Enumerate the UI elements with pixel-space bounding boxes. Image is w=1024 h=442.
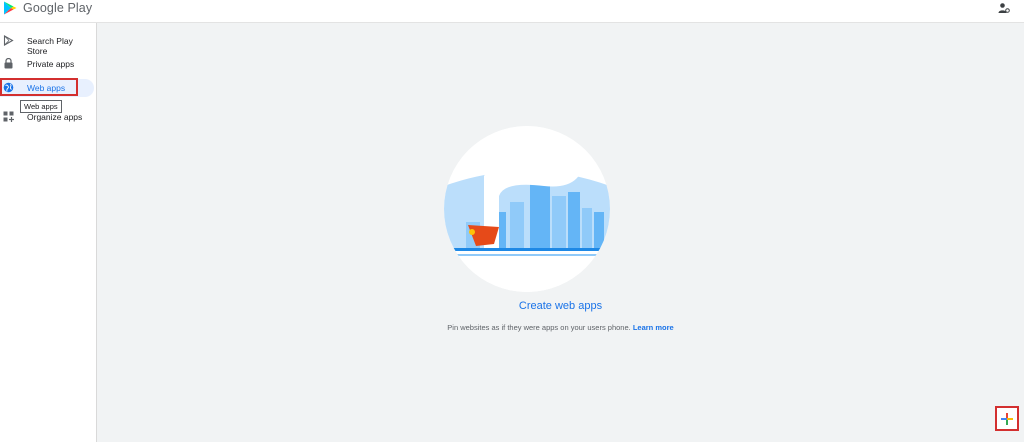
page-subtitle: Pin websites as if they were apps on you… [97,323,1024,332]
learn-more-link[interactable]: Learn more [633,323,674,332]
sidebar-item-web-apps[interactable]: Web apps [0,79,94,97]
globe-icon [3,82,14,93]
lock-icon [4,58,13,69]
sidebar-item-private-apps[interactable]: Private apps [0,55,94,73]
sidebar: Search Play Store Private apps Web apps … [0,23,97,442]
sidebar-item-label: Search Play Store [27,36,73,56]
brand-name: Google Play [23,1,93,15]
account-settings-icon[interactable] [998,2,1010,14]
sidebar-item-label: Private apps [27,59,75,69]
tooltip: Web apps [20,100,62,113]
add-web-app-button[interactable] [995,406,1019,431]
play-logo-icon [4,1,17,15]
web-apps-illustration [444,126,610,292]
city-illustration-icon [444,126,610,292]
add-icon [1001,412,1013,425]
page-title: Create web apps [518,300,603,312]
sidebar-item-label: Organize apps [27,112,83,122]
sidebar-item-label: Web apps [27,83,66,93]
play-store-icon [3,35,14,46]
google-play-logo[interactable]: Google Play [3,0,92,16]
subtitle-text: Pin websites as if they were apps on you… [447,323,631,332]
top-bar: Google Play [0,0,1024,23]
main-content: Create web apps Pin websites as if they … [97,23,1024,442]
grid-plus-icon [3,111,14,122]
sidebar-item-search-play-store[interactable]: Search Play Store [0,32,94,56]
